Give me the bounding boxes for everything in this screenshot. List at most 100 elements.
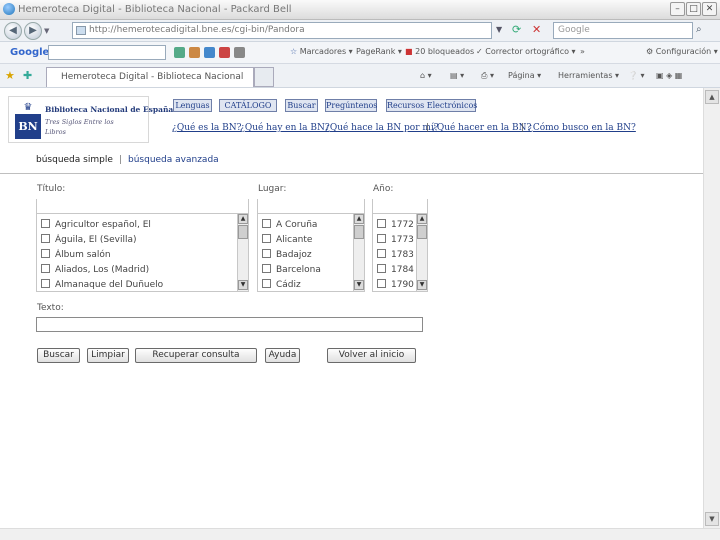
google-search-input[interactable] [48,45,166,60]
list-item[interactable]: Cádiz [258,279,352,291]
scroll-down-icon[interactable]: ▼ [354,280,364,290]
search-icon[interactable]: ⌕ [696,24,702,35]
recuperar-consulta-button[interactable]: Recuperar consulta [135,348,257,363]
refresh-icon[interactable]: ⟳ [512,23,521,36]
url-dropdown-icon[interactable]: ▼ [496,25,502,34]
url-input[interactable]: http://hemerotecadigital.bne.es/cgi-bin/… [72,22,492,39]
horizontal-scrollbar[interactable] [0,528,720,540]
favorites-star-icon[interactable]: ★ [5,69,15,82]
ayuda-button[interactable]: Ayuda [265,348,300,363]
scroll-up-icon[interactable]: ▲ [705,90,719,104]
close-window-button[interactable]: ✕ [702,2,717,16]
scroll-down-icon[interactable]: ▼ [417,280,427,290]
history-dropdown-icon[interactable]: ▼ [44,27,49,35]
spellcheck-menu[interactable]: ✓ Corrector ortográfico ▾ [476,47,576,56]
link-que-hay[interactable]: ¿Qué hay en la BN? [240,123,330,133]
scroll-thumb[interactable] [417,225,427,239]
page-scrollbar[interactable]: ▲ ▼ [703,88,720,528]
checkbox[interactable] [262,279,271,288]
popup-blocker[interactable]: ■ 20 bloqueados [405,47,474,56]
feeds-icon[interactable]: ▤ ▾ [450,71,464,80]
nav-preguntenos[interactable]: Pregúntenos [325,99,377,112]
extras-icon[interactable]: ▣ ◈ ▦ [656,71,682,80]
page-menu[interactable]: Página ▾ [508,71,541,80]
nav-catalogo[interactable]: CATÁLOGO [219,99,277,112]
help-icon[interactable]: ❔ ▾ [628,71,645,80]
blocker-icon: ■ [405,47,416,56]
maximize-button[interactable]: □ [686,2,701,16]
link-que-hacer[interactable]: ¿Qué hacer en la BN? [432,123,531,133]
bookmarks-menu[interactable]: ☆ Marcadores ▾ [290,47,353,56]
checkbox[interactable] [41,234,50,243]
scroll-thumb[interactable] [354,225,364,239]
limpiar-button[interactable]: Limpiar [87,348,129,363]
titulo-list[interactable]: Agricultor español, El Águila, El (Sevil… [36,213,249,292]
checkbox[interactable] [377,279,386,288]
link-como-busco[interactable]: ¿Cómo busco en la BN? [528,123,636,133]
add-favorites-icon[interactable]: ✚ [23,69,32,82]
list-item[interactable]: 1783 [373,249,415,264]
star-icon: ☆ [290,47,300,56]
bne-logo[interactable]: ♛ BN Biblioteca Nacional de España Tres … [8,96,173,143]
scroll-down-icon[interactable]: ▼ [705,512,719,526]
tab-hemeroteca[interactable]: Hemeroteca Digital - Biblioteca Nacional [46,67,254,87]
list-item[interactable]: Badajoz [258,249,352,264]
list-item[interactable]: Agricultor español, El [37,219,236,234]
lugar-scrollbar[interactable]: ▲ ▼ [353,214,364,291]
pagerank-indicator[interactable]: PageRank ▾ [356,47,402,56]
titulo-scrollbar[interactable]: ▲ ▼ [237,214,248,291]
checkbox[interactable] [377,249,386,258]
checkbox[interactable] [41,264,50,273]
checkbox[interactable] [262,234,271,243]
tools-menu[interactable]: Herramientas ▾ [558,71,619,80]
lugar-list[interactable]: A Coruña Alicante Badajoz Barcelona Cádi… [257,213,365,292]
volver-inicio-button[interactable]: Volver al inicio [327,348,416,363]
checkbox[interactable] [262,219,271,228]
list-item[interactable]: Aliados, Los (Madrid) [37,264,236,279]
link-que-es[interactable]: ¿Qué es la BN? [172,123,241,133]
anio-list[interactable]: 1772 1773 1783 1784 1790 ▲ ▼ [372,213,428,292]
stop-icon[interactable]: ✕ [532,23,541,36]
checkbox[interactable] [262,264,271,273]
checkbox[interactable] [377,264,386,273]
checkbox[interactable] [377,219,386,228]
web-search-input[interactable]: Google [553,22,693,39]
tab-busqueda-avanzada[interactable]: búsqueda avanzada [128,155,219,165]
minimize-button[interactable]: – [670,2,685,16]
checkbox[interactable] [41,279,50,288]
list-item[interactable]: 1784 [373,264,415,279]
more-chevron-icon[interactable]: » [580,47,585,56]
scroll-down-icon[interactable]: ▼ [238,280,248,290]
scroll-up-icon[interactable]: ▲ [238,214,248,224]
list-item[interactable]: 1772 [373,219,415,234]
new-tab-button[interactable] [254,67,274,87]
nav-buscar[interactable]: Buscar [285,99,318,112]
list-item[interactable]: Barcelona [258,264,352,279]
home-icon[interactable]: ⌂ ▾ [420,71,432,80]
anio-scrollbar[interactable]: ▲ ▼ [416,214,427,291]
list-item[interactable]: A Coruña [258,219,352,234]
scroll-up-icon[interactable]: ▲ [417,214,427,224]
checkbox[interactable] [262,249,271,258]
print-icon[interactable]: ⎙ ▾ [481,71,494,81]
tab-busqueda-simple[interactable]: búsqueda simple [36,155,113,165]
checkbox[interactable] [41,219,50,228]
list-item[interactable]: Almanaque del Duñuelo [37,279,236,291]
forward-button[interactable]: ▶ [24,22,42,40]
link-que-hace[interactable]: ¿Qué hace la BN por mí? [325,123,439,133]
scroll-up-icon[interactable]: ▲ [354,214,364,224]
back-button[interactable]: ◀ [4,22,22,40]
list-item[interactable]: Álbum salón [37,249,236,264]
checkbox[interactable] [377,234,386,243]
list-item[interactable]: Alicante [258,234,352,249]
checkbox[interactable] [41,249,50,258]
buscar-button[interactable]: Buscar [37,348,80,363]
scroll-thumb[interactable] [238,225,248,239]
list-item[interactable]: 1790 [373,279,415,291]
list-item[interactable]: 1773 [373,234,415,249]
nav-lenguas[interactable]: Lenguas [173,99,212,112]
settings-menu[interactable]: ⚙ Configuración ▾ [646,47,718,56]
list-item[interactable]: Águila, El (Sevilla) [37,234,236,249]
texto-input[interactable] [36,317,423,332]
nav-recursos[interactable]: Recursos Electrónicos [386,99,477,112]
